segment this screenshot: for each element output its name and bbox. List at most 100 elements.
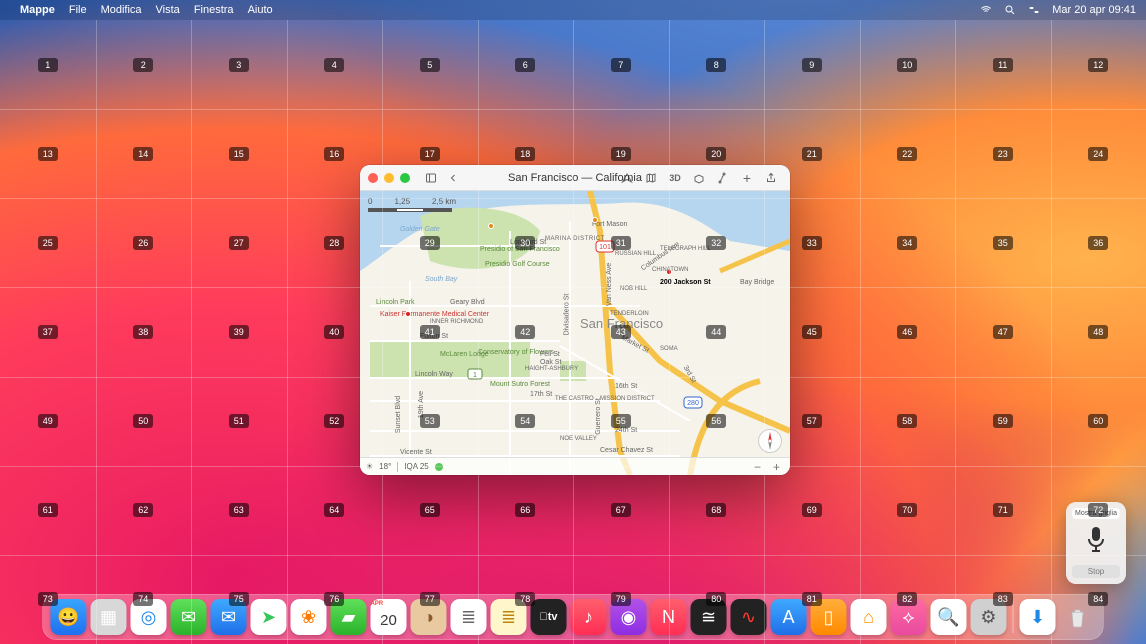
dock-tv-icon[interactable]: tv <box>531 599 567 635</box>
dock-contacts-icon[interactable]: ◑ <box>411 599 447 635</box>
dock-notes-icon[interactable]: ≣ <box>491 599 527 635</box>
voice-footer[interactable]: Stop <box>1072 565 1120 578</box>
label-16th: 16th St <box>615 383 637 390</box>
sidebar-toggle-icon[interactable] <box>422 169 440 187</box>
dock-books-icon[interactable]: ▯ <box>811 599 847 635</box>
grid-cell-label: 59 <box>993 414 1013 428</box>
dock-separator <box>1013 601 1014 633</box>
menu-view[interactable]: Vista <box>156 4 180 16</box>
grid-cell-label: 68 <box>706 503 726 517</box>
dock-messages-icon[interactable]: ✉ <box>171 599 207 635</box>
svg-text:280: 280 <box>687 400 699 407</box>
label-south-bay: South Bay <box>425 276 457 283</box>
grid-cell-label: 3 <box>229 58 249 72</box>
label-presidio: Presidio of San Francisco <box>480 246 560 253</box>
zoom-button[interactable] <box>400 173 410 183</box>
grid-cell-label: 37 <box>38 325 58 339</box>
menu-file[interactable]: File <box>69 4 87 16</box>
dock-mail-icon[interactable]: ✉ <box>211 599 247 635</box>
map-canvas[interactable]: 1 101 280 San Francisco Golden Gate Sout… <box>360 191 790 475</box>
dock-reminders-icon[interactable]: ≣ <box>451 599 487 635</box>
weather-icon[interactable]: ☀ <box>366 462 373 471</box>
svg-text:101: 101 <box>599 244 611 251</box>
dock-preview-icon[interactable]: 🔍 <box>931 599 967 635</box>
label-haight: HAIGHT-ASHBURY <box>525 366 578 372</box>
label-19th: 19th Ave <box>418 391 425 418</box>
label-russian: RUSSIAN HILL <box>615 251 656 257</box>
voice-control-widget[interactable]: Mostra griglia Stop <box>1066 502 1126 584</box>
label-guerrero: Guerrero St <box>595 398 602 435</box>
dock-calendar-icon[interactable]: APR20 <box>371 599 407 635</box>
look-around-icon[interactable] <box>690 169 708 187</box>
directions-icon[interactable] <box>618 169 636 187</box>
minimize-button[interactable] <box>384 173 394 183</box>
grid-cell-label: 12 <box>1088 58 1108 72</box>
label-bay-bridge: Bay Bridge <box>740 279 774 286</box>
dock-safari-icon[interactable]: ◎ <box>131 599 167 635</box>
poi-marker[interactable] <box>488 223 494 229</box>
grid-cell-label: 47 <box>993 325 1013 339</box>
search-icon[interactable] <box>1004 4 1016 16</box>
dock-facetime-icon[interactable]: ▰ <box>331 599 367 635</box>
poi-marker[interactable] <box>405 311 411 317</box>
chevron-left-icon[interactable] <box>444 169 462 187</box>
microphone-icon[interactable] <box>1072 525 1120 559</box>
label-noe: NOE VALLEY <box>560 436 597 442</box>
grid-cell-label: 45 <box>802 325 822 339</box>
poi-marker[interactable] <box>592 217 598 223</box>
dock-home-icon[interactable]: ⌂ <box>851 599 887 635</box>
menu-window[interactable]: Finestra <box>194 4 234 16</box>
menu-help[interactable]: Aiuto <box>248 4 273 16</box>
label-24th: 24th St <box>615 427 637 434</box>
dock-appstore-icon[interactable]: A <box>771 599 807 635</box>
label-sutro: Mount Sutro Forest <box>490 381 550 388</box>
menubar-clock[interactable]: Mar 20 apr 09:41 <box>1052 4 1136 16</box>
grid-cell-label: 38 <box>133 325 153 339</box>
zoom-in-button[interactable]: + <box>769 460 784 474</box>
wifi-icon[interactable] <box>980 4 992 16</box>
dock-podcasts-icon[interactable]: ◉ <box>611 599 647 635</box>
dock-stocks-icon[interactable]: ≅ <box>691 599 727 635</box>
dock-launchpad-icon[interactable]: ▦ <box>91 599 127 635</box>
dock-maps-icon[interactable]: ➤ <box>251 599 287 635</box>
control-center-icon[interactable] <box>1028 4 1040 16</box>
grid-cell-label: 9 <box>802 58 822 72</box>
grid-cell-label: 25 <box>38 236 58 250</box>
menu-edit[interactable]: Modifica <box>101 4 142 16</box>
grid-cell-label: 61 <box>38 503 58 517</box>
grid-cell-label: 66 <box>515 503 535 517</box>
dock-trash-icon[interactable] <box>1060 599 1096 635</box>
map-mode-icon[interactable] <box>642 169 660 187</box>
dock-settings-icon[interactable]: ⚙ <box>971 599 1007 635</box>
dock-music-icon[interactable]: ♪ <box>571 599 607 635</box>
compass-icon[interactable] <box>758 429 782 453</box>
label-oak: Oak St <box>540 359 561 366</box>
menu-app[interactable]: Mappe <box>20 4 55 16</box>
label-nob: NOB HILL <box>620 286 647 292</box>
label-fulton: Fulton St <box>420 333 448 340</box>
grid-cell-label: 27 <box>229 236 249 250</box>
close-button[interactable] <box>368 173 378 183</box>
titlebar[interactable]: San Francisco — California 3D + <box>360 165 790 191</box>
grid-cell-label: 20 <box>706 147 726 161</box>
route-icon[interactable] <box>714 169 732 187</box>
label-richmond: INNER RICHMOND <box>430 319 483 325</box>
zoom-out-button[interactable]: − <box>750 460 765 474</box>
dock-voice-memos-icon[interactable]: ∿ <box>731 599 767 635</box>
grid-cell-label: 35 <box>993 236 1013 250</box>
grid-cell-label: 1 <box>38 58 58 72</box>
dock-shortcuts-icon[interactable]: ⟡ <box>891 599 927 635</box>
grid-cell-label: 67 <box>611 503 631 517</box>
share-icon[interactable] <box>762 169 780 187</box>
add-icon[interactable]: + <box>738 169 756 187</box>
svg-text:1: 1 <box>473 372 477 379</box>
dock-finder-icon[interactable]: 😀 <box>51 599 87 635</box>
grid-cell-label: 14 <box>133 147 153 161</box>
grid-cell-label: 40 <box>324 325 344 339</box>
grid-cell-label: 50 <box>133 414 153 428</box>
dock-downloads-icon[interactable]: ⬇ <box>1020 599 1056 635</box>
dock-news-icon[interactable]: N <box>651 599 687 635</box>
dock-photos-icon[interactable]: ❀ <box>291 599 327 635</box>
grid-cell-label: 7 <box>611 58 631 72</box>
view-3d-button[interactable]: 3D <box>666 169 684 187</box>
